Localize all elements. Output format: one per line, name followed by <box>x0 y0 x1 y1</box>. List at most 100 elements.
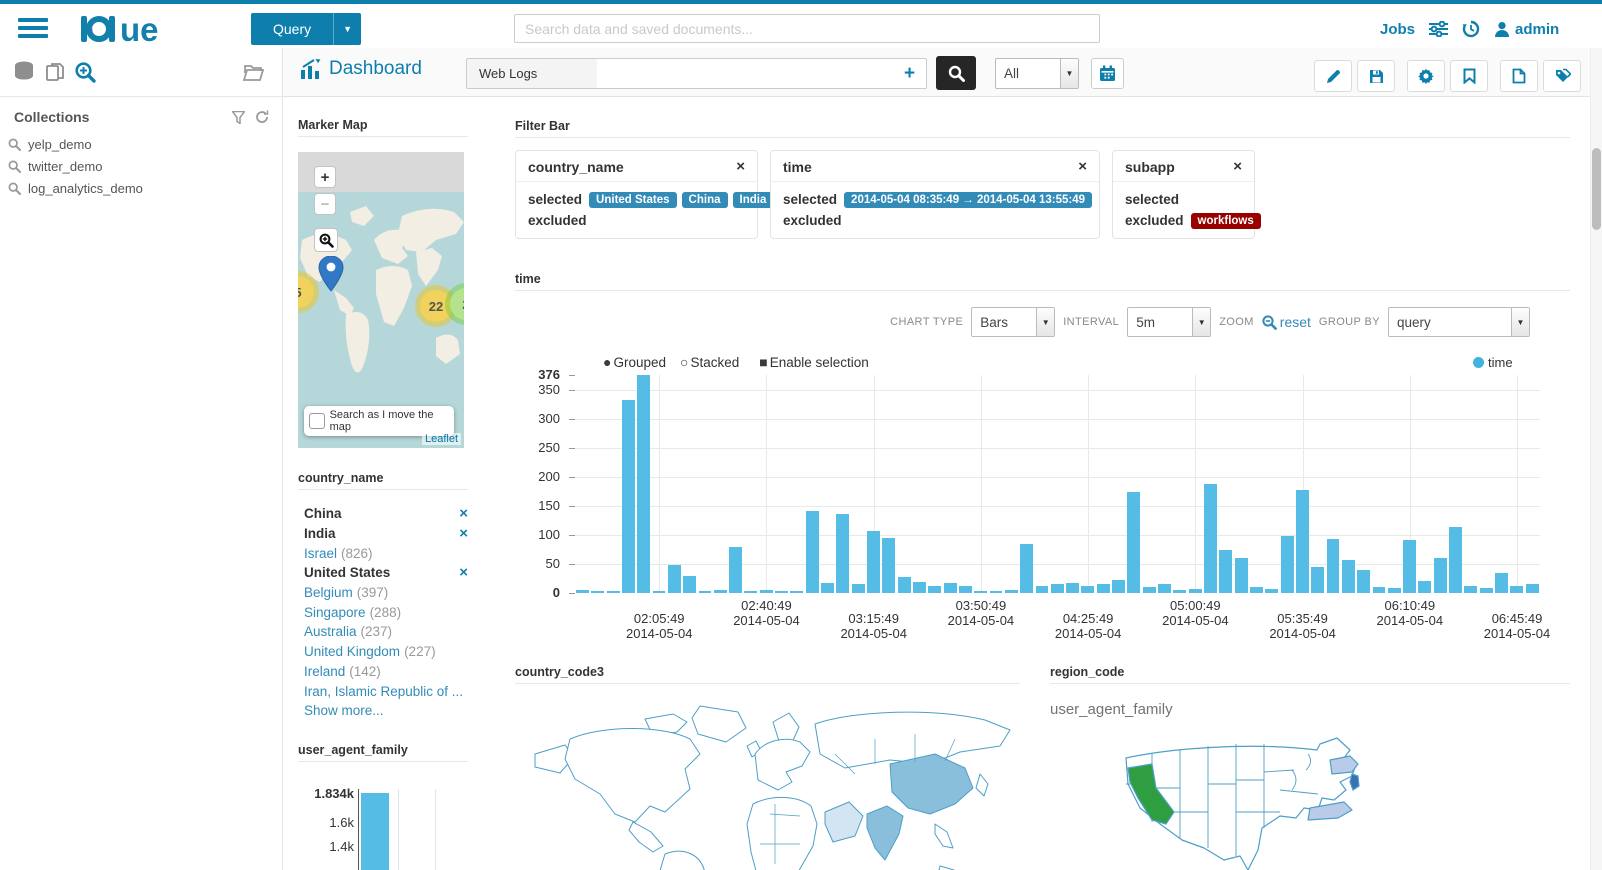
group-by-select[interactable]: query ▼ <box>1388 307 1530 337</box>
selected-badge[interactable]: China <box>681 191 728 208</box>
time-bar[interactable] <box>958 586 972 593</box>
time-bar[interactable] <box>652 591 666 593</box>
map-zoom-out-button[interactable]: − <box>314 193 336 215</box>
chevron-down-icon[interactable]: ▼ <box>333 13 362 45</box>
world-choropleth-map[interactable] <box>515 694 1020 870</box>
time-bar[interactable] <box>805 511 819 593</box>
time-bar[interactable] <box>1204 484 1217 593</box>
time-bar[interactable] <box>1433 558 1447 593</box>
time-bar[interactable] <box>744 591 758 593</box>
time-bar[interactable] <box>775 591 789 593</box>
map-search-toggle[interactable]: Search as I move the map <box>304 406 454 436</box>
excluded-badge[interactable]: workflows <box>1190 212 1261 229</box>
radio-icon[interactable]: ○ <box>680 354 688 370</box>
filter-close-icon[interactable]: × <box>1078 158 1087 175</box>
time-bar[interactable] <box>928 586 942 593</box>
time-bar[interactable] <box>882 538 896 593</box>
time-bar[interactable] <box>897 577 911 593</box>
filter-close-icon[interactable]: × <box>736 158 745 175</box>
query-button[interactable]: Query ▼ <box>251 13 362 45</box>
interval-select[interactable]: 5m ▼ <box>1127 307 1212 337</box>
time-bar[interactable] <box>1081 586 1095 593</box>
time-bar[interactable] <box>1173 590 1187 593</box>
checkbox[interactable] <box>309 413 325 429</box>
time-bar[interactable] <box>1249 587 1263 593</box>
collection-item[interactable]: log_analytics_demo <box>8 177 273 199</box>
time-bar[interactable] <box>1096 584 1110 593</box>
edit-button[interactable] <box>1314 60 1352 92</box>
time-bar[interactable] <box>821 583 834 593</box>
history-icon[interactable] <box>1462 20 1480 38</box>
radio-selected-icon[interactable]: ● <box>603 354 611 370</box>
folder-icon[interactable] <box>242 61 265 83</box>
hamburger-menu-icon[interactable] <box>18 18 48 40</box>
search-button[interactable] <box>936 56 976 90</box>
time-bar[interactable] <box>1112 580 1126 593</box>
user-agent-bar[interactable] <box>361 793 389 870</box>
time-bar[interactable] <box>1265 589 1279 593</box>
calendar-button[interactable] <box>1091 58 1124 89</box>
bookmark-button[interactable] <box>1450 60 1488 92</box>
time-bar[interactable] <box>989 591 1003 593</box>
add-filter-button[interactable]: + <box>893 58 927 89</box>
checkbox-filled-icon[interactable]: ■ <box>759 354 767 370</box>
time-bar[interactable] <box>713 590 727 593</box>
time-bar[interactable] <box>1418 581 1432 593</box>
time-bar[interactable] <box>1142 587 1156 593</box>
time-bar[interactable] <box>759 590 773 593</box>
time-bar[interactable] <box>1020 544 1034 593</box>
time-bar-chart[interactable] <box>575 375 1540 593</box>
time-bar[interactable] <box>606 591 620 593</box>
time-bar[interactable] <box>1035 586 1049 593</box>
new-document-button[interactable] <box>1500 60 1538 92</box>
facet-value-link[interactable]: Singapore <box>304 605 366 620</box>
time-bar[interactable] <box>591 591 605 593</box>
time-bar[interactable] <box>1234 558 1248 593</box>
grouped-option[interactable]: Grouped <box>613 355 666 370</box>
jobs-link[interactable]: Jobs <box>1380 21 1415 38</box>
map-pin-icon[interactable] <box>318 256 344 292</box>
user-menu[interactable]: admin <box>1494 21 1559 38</box>
tags-button[interactable] <box>1543 60 1581 92</box>
zoom-in-icon[interactable] <box>74 61 97 84</box>
selected-badge[interactable]: 2014-05-04 08:35:49 → 2014-05-04 13:55:4… <box>844 191 1093 208</box>
documents-icon[interactable] <box>44 61 66 83</box>
facet-value-link[interactable]: Australia <box>304 624 357 639</box>
time-bar[interactable] <box>1403 540 1417 593</box>
collection-item[interactable]: twitter_demo <box>8 155 273 177</box>
time-bar[interactable] <box>1326 539 1340 593</box>
time-bar[interactable] <box>1525 584 1539 593</box>
time-bar[interactable] <box>1188 589 1202 593</box>
hue-logo[interactable]: ue <box>80 14 190 44</box>
zoom-reset-link[interactable]: reset <box>1262 314 1311 330</box>
global-search-input[interactable] <box>514 14 1100 43</box>
time-bar[interactable] <box>1219 550 1233 593</box>
time-bar[interactable] <box>1464 586 1478 593</box>
leaflet-attribution-link[interactable]: Leaflet <box>421 433 461 445</box>
dashboard-search-input[interactable] <box>597 58 894 89</box>
collection-item[interactable]: yelp_demo <box>8 133 273 155</box>
marker-map[interactable]: + − 5222 Search as I move the map Leafle… <box>298 152 464 448</box>
time-bar[interactable] <box>836 514 850 593</box>
time-bar[interactable] <box>1158 584 1171 593</box>
time-bar[interactable] <box>729 547 743 593</box>
time-series-legend[interactable]: time <box>1473 355 1513 370</box>
user-agent-bar-chart[interactable] <box>358 789 470 870</box>
time-bar[interactable] <box>974 591 988 593</box>
facet-value-link[interactable]: Iran, Islamic Republic of ... <box>304 684 463 699</box>
time-bar[interactable] <box>1295 490 1309 593</box>
time-bar[interactable] <box>943 583 957 593</box>
save-button[interactable] <box>1357 60 1395 92</box>
selected-badge[interactable]: India <box>732 191 774 208</box>
selected-badge[interactable]: United States <box>589 191 677 208</box>
engine-select[interactable]: All ▼ <box>995 58 1079 89</box>
time-bar[interactable] <box>1004 590 1018 593</box>
facet-remove-icon[interactable]: × <box>459 564 468 581</box>
time-bar[interactable] <box>1449 527 1462 593</box>
facet-value-selected[interactable]: United States <box>304 565 459 580</box>
time-bar[interactable] <box>1050 584 1064 593</box>
refresh-icon[interactable] <box>255 110 269 124</box>
collection-name-box[interactable]: Web Logs <box>466 58 598 89</box>
facet-remove-icon[interactable]: × <box>459 525 468 542</box>
stacked-option[interactable]: Stacked <box>690 355 739 370</box>
